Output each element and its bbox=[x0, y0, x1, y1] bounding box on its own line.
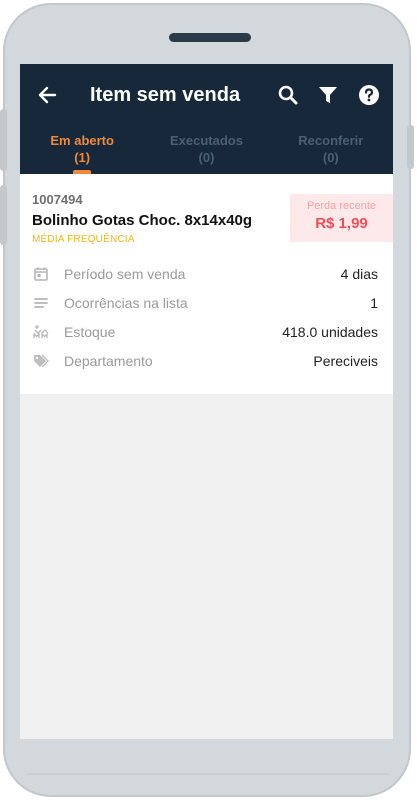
detail-label: Departamento bbox=[64, 353, 153, 369]
tab-bar: Em aberto (1) Executados (0) Reconferir … bbox=[20, 130, 393, 174]
item-code: 1007494 bbox=[32, 192, 83, 207]
stock-icon bbox=[32, 323, 50, 341]
tab-em-aberto[interactable]: Em aberto (1) bbox=[20, 130, 144, 174]
tab-count: (1) bbox=[74, 150, 91, 165]
recent-loss-label: Perda recente bbox=[306, 200, 377, 212]
detail-row-estoque: Estoque 418.0 unidades bbox=[20, 320, 393, 344]
tab-label: Reconferir bbox=[298, 133, 364, 148]
help-icon[interactable] bbox=[356, 82, 382, 108]
page-title: Item sem venda bbox=[90, 84, 241, 106]
tab-label: Executados bbox=[170, 133, 243, 148]
app-screen: Item sem venda Em aberto (1) Executados … bbox=[20, 64, 393, 739]
tab-count: (0) bbox=[322, 150, 339, 165]
recent-loss-value: R$ 1,99 bbox=[315, 215, 368, 232]
tag-icon bbox=[32, 352, 50, 370]
recent-loss-badge: Perda recente R$ 1,99 bbox=[290, 194, 393, 242]
tab-label: Em aberto bbox=[50, 133, 114, 148]
volume-button bbox=[0, 109, 7, 171]
detail-row-ocorrencias: Ocorrências na lista 1 bbox=[20, 291, 393, 315]
search-icon[interactable] bbox=[275, 82, 301, 108]
calendar-icon bbox=[32, 265, 50, 283]
detail-value: 1 bbox=[370, 295, 378, 311]
app-bar: Item sem venda Em aberto (1) Executados … bbox=[20, 64, 393, 174]
volume-button bbox=[0, 185, 7, 245]
frequency-label: MÉDIA FREQUÊNCIA bbox=[32, 234, 135, 245]
detail-label: Período sem venda bbox=[64, 266, 186, 282]
detail-label: Estoque bbox=[64, 324, 116, 340]
arrow-left-icon[interactable] bbox=[34, 82, 60, 108]
speaker-grille bbox=[169, 33, 251, 42]
list-icon bbox=[32, 294, 50, 312]
filter-icon[interactable] bbox=[315, 82, 341, 108]
item-name: Bolinho Gotas Choc. 8x14x40g bbox=[32, 212, 253, 229]
tab-reconferir[interactable]: Reconferir (0) bbox=[269, 130, 393, 174]
detail-row-periodo: Período sem venda 4 dias bbox=[20, 262, 393, 286]
tab-count: (0) bbox=[198, 150, 215, 165]
tab-executados[interactable]: Executados (0) bbox=[144, 130, 268, 174]
item-card[interactable]: 1007494 Bolinho Gotas Choc. 8x14x40g MÉD… bbox=[20, 174, 393, 394]
detail-label: Ocorrências na lista bbox=[64, 295, 188, 311]
power-button bbox=[407, 125, 414, 169]
detail-value: Pereciveis bbox=[313, 353, 378, 369]
detail-value: 418.0 unidades bbox=[282, 324, 378, 340]
phone-bottom-edge bbox=[27, 773, 389, 775]
detail-value: 4 dias bbox=[340, 266, 378, 282]
detail-row-departamento: Departamento Pereciveis bbox=[20, 349, 393, 373]
